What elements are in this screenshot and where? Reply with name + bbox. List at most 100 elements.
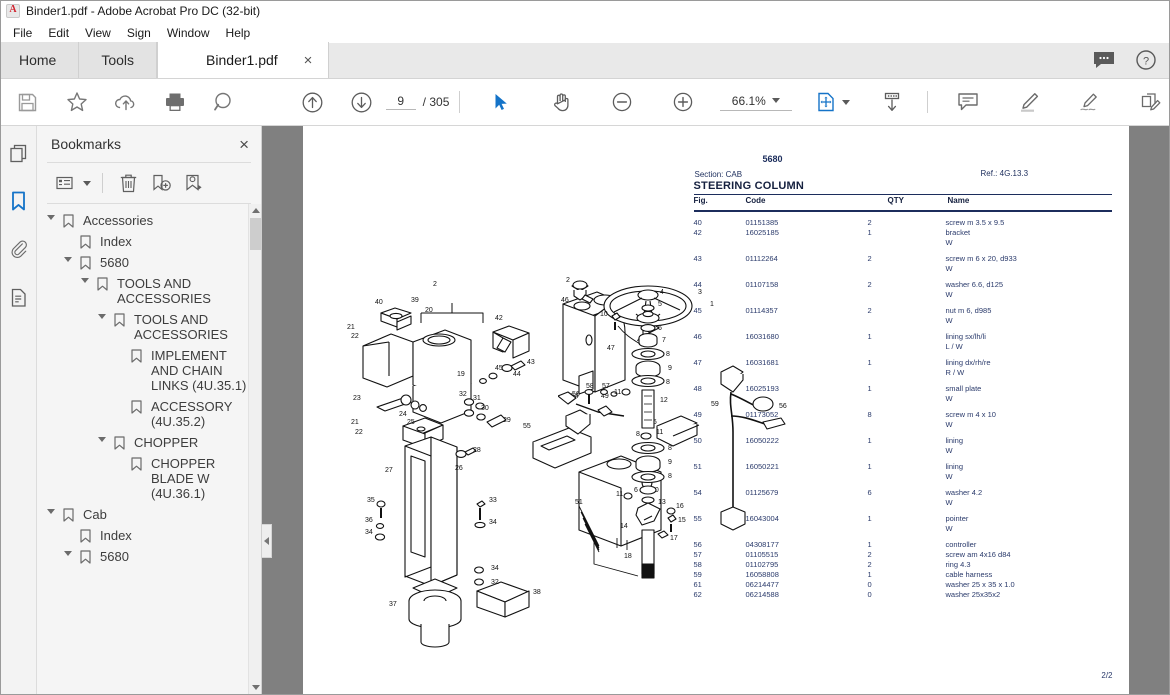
- sign-icon[interactable]: [1071, 83, 1108, 121]
- page-thumbnails-icon[interactable]: [4, 138, 34, 168]
- bookmark-item[interactable]: IMPLEMENT AND CHAIN LINKS (4U.35.1): [37, 345, 261, 396]
- edit-pdf-icon[interactable]: [1132, 83, 1169, 121]
- expand-chevron-icon[interactable]: [43, 213, 59, 220]
- fit-page-icon[interactable]: [808, 83, 845, 121]
- delete-bookmark-icon[interactable]: [114, 169, 142, 197]
- close-panel-icon[interactable]: ×: [239, 136, 249, 153]
- expand-chevron-icon[interactable]: [94, 312, 110, 319]
- select-cursor-icon[interactable]: [482, 83, 519, 121]
- bookmark-item-label: TOOLS AND ACCESSORIES: [117, 276, 211, 306]
- edit-bookmark-icon[interactable]: [180, 169, 208, 197]
- highlight-icon[interactable]: [1010, 83, 1047, 121]
- bookmark-item[interactable]: TOOLS AND ACCESSORIES: [37, 273, 261, 309]
- previous-page-icon[interactable]: [293, 83, 330, 121]
- parts-row-name-main: nut m 6, d985: [945, 306, 992, 315]
- bookmark-item[interactable]: Index: [37, 525, 261, 546]
- expand-chevron-icon[interactable]: [94, 435, 110, 442]
- acrobat-window: Binder1.pdf - Adobe Acrobat Pro DC (32-b…: [0, 0, 1170, 695]
- parts-row-name: nut m 6, d985 W: [946, 300, 1112, 326]
- menu-sign[interactable]: Sign: [119, 24, 159, 42]
- document-properties-icon[interactable]: [4, 282, 34, 312]
- fit-page-chevron-icon[interactable]: [841, 99, 850, 105]
- bookmarks-toolbar: [37, 163, 261, 203]
- bookmark-item[interactable]: Index: [37, 231, 261, 252]
- parts-row-name: screw m 3.5 x 9.5: [945, 218, 1005, 227]
- parts-row-qty: 1: [867, 514, 872, 523]
- scrollbar-thumb[interactable]: [250, 218, 261, 250]
- svg-text:35: 35: [367, 497, 375, 504]
- tab-close-icon[interactable]: ×: [304, 53, 313, 68]
- bookmark-icon: [59, 507, 77, 522]
- options-chevron-icon[interactable]: [83, 180, 91, 186]
- bookmark-item-label: TOOLS AND ACCESSORIES: [134, 312, 228, 342]
- bookmarks-scrollbar[interactable]: [248, 204, 261, 694]
- svg-text:34: 34: [491, 565, 499, 572]
- menu-view[interactable]: View: [77, 24, 119, 42]
- svg-text:30: 30: [481, 405, 489, 412]
- bookmark-item[interactable]: 5680: [37, 252, 261, 273]
- bookmark-tree[interactable]: Accessories Index 5680 TOOLS AND ACCESSORIE…: [37, 204, 261, 694]
- expand-chevron-icon[interactable]: [77, 276, 93, 283]
- svg-text:42: 42: [495, 315, 503, 322]
- attachments-icon[interactable]: [4, 234, 34, 264]
- parts-row-name: lining dx/rh/re R / W: [946, 352, 1112, 378]
- scroll-down-arrow-icon[interactable]: [249, 681, 262, 694]
- bookmark-item[interactable]: CHOPPER BLADE W (4U.36.1): [37, 453, 261, 504]
- zoom-level-selector[interactable]: 66.1%: [719, 94, 792, 111]
- bookmark-item[interactable]: ACCESSORY (4U.35.2): [37, 396, 261, 432]
- page-number-input[interactable]: [385, 94, 416, 110]
- save-icon[interactable]: [9, 83, 46, 121]
- parts-row-name: small plate W: [946, 378, 1112, 404]
- bookmark-twisty-spacer: [111, 456, 127, 458]
- chevron-down-icon: [771, 98, 780, 103]
- tab-home[interactable]: Home: [1, 42, 80, 78]
- parts-row-qty: 0: [867, 580, 872, 589]
- star-icon[interactable]: [58, 83, 95, 121]
- collapse-panel-handle[interactable]: [262, 524, 272, 558]
- bookmark-item[interactable]: Accessories: [37, 210, 261, 231]
- bookmark-item-label: CHOPPER BLADE W (4U.36.1): [151, 456, 216, 501]
- next-page-icon[interactable]: [342, 83, 379, 121]
- expand-chevron-icon[interactable]: [60, 549, 76, 556]
- tab-document[interactable]: Binder1.pdf ×: [157, 42, 330, 78]
- bookmark-item[interactable]: TOOLS AND ACCESSORIES: [37, 309, 261, 345]
- parts-row-fig: 42: [693, 228, 702, 237]
- cloud-upload-icon[interactable]: [107, 83, 144, 121]
- bookmark-item-label: 5680: [100, 549, 129, 564]
- expand-chevron-icon[interactable]: [43, 507, 59, 514]
- svg-text:2: 2: [566, 277, 570, 284]
- scroll-mode-icon[interactable]: [873, 83, 910, 121]
- help-question-icon[interactable]: ?: [1135, 49, 1157, 71]
- bookmark-item[interactable]: 5680: [37, 546, 261, 567]
- bookmark-item-label: Accessories: [83, 213, 154, 228]
- menu-edit[interactable]: Edit: [40, 24, 77, 42]
- pdf-rule-header: [693, 210, 1112, 212]
- scroll-up-arrow-icon[interactable]: [249, 204, 262, 217]
- svg-text:29: 29: [503, 417, 511, 424]
- document-viewport[interactable]: 5680 Section: CAB Ref.: 4G.13.3 STEERING…: [262, 126, 1169, 694]
- parts-row-qty: 1: [867, 462, 872, 471]
- comment-icon[interactable]: [949, 83, 986, 121]
- menu-help[interactable]: Help: [218, 24, 259, 42]
- bookmarks-icon[interactable]: [4, 186, 34, 216]
- bookmark-item-label: CHOPPER: [134, 435, 199, 450]
- svg-text:22: 22: [355, 429, 363, 436]
- hand-pan-icon[interactable]: [543, 83, 580, 121]
- comment-bubble-icon[interactable]: [1093, 51, 1115, 69]
- new-bookmark-icon[interactable]: [147, 169, 175, 197]
- bookmark-item[interactable]: CHOPPER: [37, 432, 261, 453]
- bookmark-item[interactable]: Cab: [37, 504, 261, 525]
- zoom-search-icon[interactable]: [205, 83, 242, 121]
- tab-tools[interactable]: Tools: [79, 42, 158, 78]
- bookmark-item-label: 5680: [100, 255, 129, 270]
- options-list-icon[interactable]: [51, 169, 79, 197]
- zoom-in-icon[interactable]: [665, 83, 702, 121]
- parts-row-name-sub: W: [945, 472, 953, 481]
- menu-file[interactable]: File: [5, 24, 40, 42]
- print-icon[interactable]: [156, 83, 193, 121]
- parts-row-code: 16025185: [745, 228, 779, 237]
- menu-window[interactable]: Window: [159, 24, 218, 42]
- zoom-out-icon[interactable]: [604, 83, 641, 121]
- parts-row-name-main: washer 4.2: [945, 488, 983, 497]
- expand-chevron-icon[interactable]: [60, 255, 76, 262]
